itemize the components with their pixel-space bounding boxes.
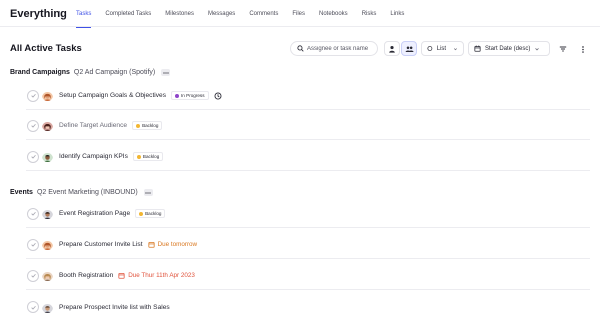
complete-checkbox[interactable] xyxy=(27,150,39,163)
tab-notebooks[interactable]: Notebooks xyxy=(319,0,348,27)
due-label: Due tomorrow xyxy=(157,241,198,248)
time-tracking-button[interactable] xyxy=(214,92,222,100)
team-tasks-filter-button[interactable] xyxy=(401,41,417,56)
avatar xyxy=(42,208,53,219)
chevron-down-icon xyxy=(535,47,540,50)
check-icon xyxy=(30,305,36,310)
person-icon xyxy=(389,45,395,53)
people-icon xyxy=(405,46,414,52)
due-date[interactable]: Due tomorrow xyxy=(148,241,198,248)
task-row[interactable]: Booth Registration Due Thur 11th Apr 202… xyxy=(26,262,590,290)
vertical-dots-icon xyxy=(582,45,584,53)
status-badge[interactable]: Backlog xyxy=(132,152,164,161)
my-tasks-filter-button[interactable] xyxy=(384,41,400,56)
tab-files[interactable]: Files xyxy=(292,0,305,27)
task-name[interactable]: Prepare Customer Invite List xyxy=(59,241,143,248)
due-label: Due Thur 11th Apr 2023 xyxy=(128,272,195,279)
check-icon xyxy=(30,93,36,98)
tab-comments[interactable]: Comments xyxy=(249,0,278,27)
avatar xyxy=(42,120,53,131)
sort-selector[interactable]: Start Date (desc) xyxy=(468,41,550,56)
status-badge[interactable]: Backlog xyxy=(132,121,163,130)
status-label: Backlog xyxy=(142,154,160,159)
task-row[interactable]: Prepare Customer Invite List Due tomorro… xyxy=(26,231,590,259)
status-badge[interactable]: Backlog xyxy=(135,209,166,218)
status-dot xyxy=(136,154,141,159)
check-icon xyxy=(30,211,36,216)
status-badge[interactable]: In Progress xyxy=(171,91,209,100)
check-icon xyxy=(30,273,36,278)
page-title: All Active Tasks xyxy=(10,43,82,54)
tab-messages[interactable]: Messages xyxy=(208,0,235,27)
view-selector[interactable]: List xyxy=(421,41,464,56)
filter-button[interactable] xyxy=(558,44,568,54)
check-icon xyxy=(30,154,36,159)
check-icon xyxy=(30,242,36,247)
task-row[interactable]: Event Registration Page Backlog xyxy=(26,200,590,228)
tab-risks[interactable]: Risks xyxy=(362,0,377,27)
circle-icon xyxy=(427,46,433,51)
group-header-events: Events Q2 Event Marketing (INBOUND) xyxy=(10,189,153,196)
calendar-icon xyxy=(474,45,481,52)
group-more-button[interactable] xyxy=(143,189,153,196)
avatar xyxy=(42,90,53,101)
avatar xyxy=(42,302,53,313)
task-name[interactable]: Event Registration Page xyxy=(59,210,130,217)
group-header-brand-campaigns: Brand Campaigns Q2 Ad Campaign (Spotify) xyxy=(10,69,171,76)
project-name[interactable]: Q2 Event Marketing (INBOUND) xyxy=(37,189,138,196)
complete-checkbox[interactable] xyxy=(27,207,39,220)
calendar-icon xyxy=(148,242,155,248)
title-divider xyxy=(59,11,60,17)
avatar xyxy=(42,270,53,281)
avatar xyxy=(42,239,53,250)
tab-milestones[interactable]: Milestones xyxy=(165,0,194,27)
clock-icon xyxy=(214,92,222,99)
group-more-button[interactable] xyxy=(161,69,171,76)
tab-completed-tasks[interactable]: Completed Tasks xyxy=(105,0,151,27)
task-name[interactable]: Define Target Audience xyxy=(59,122,127,129)
more-options-button[interactable] xyxy=(578,44,588,54)
top-bar: Everything Tasks Completed Tasks Milesto… xyxy=(0,0,600,28)
complete-checkbox[interactable] xyxy=(27,119,39,132)
status-label: Backlog xyxy=(142,123,159,128)
search-icon xyxy=(297,45,304,52)
project-name[interactable]: Q2 Ad Campaign (Spotify) xyxy=(74,69,155,76)
task-name[interactable]: Prepare Prospect Invite list with Sales xyxy=(59,304,170,311)
tab-tasks[interactable]: Tasks xyxy=(76,0,92,28)
group-name: Events xyxy=(10,189,33,196)
horizontal-dots-icon xyxy=(163,71,169,74)
task-row[interactable]: Identify Campaign KPIs Backlog xyxy=(26,143,590,171)
avatar xyxy=(42,151,53,162)
chevron-down-icon xyxy=(454,47,457,50)
status-dot xyxy=(175,93,180,98)
horizontal-dots-icon xyxy=(145,191,151,194)
status-label: In Progress xyxy=(181,93,205,98)
status-dot xyxy=(136,123,141,128)
status-dot xyxy=(139,211,144,216)
check-icon xyxy=(30,123,36,128)
due-date[interactable]: Due Thur 11th Apr 2023 xyxy=(118,272,195,279)
complete-checkbox[interactable] xyxy=(27,238,39,251)
sort-label: Start Date (desc) xyxy=(485,45,531,52)
task-row[interactable]: Define Target Audience Backlog xyxy=(26,112,590,140)
task-row[interactable]: Setup Campaign Goals & Objectives In Pro… xyxy=(26,82,590,110)
complete-checkbox[interactable] xyxy=(27,269,39,282)
calendar-icon xyxy=(118,273,125,279)
complete-checkbox[interactable] xyxy=(27,301,39,313)
task-name[interactable]: Identify Campaign KPIs xyxy=(59,153,128,160)
complete-checkbox[interactable] xyxy=(27,89,39,102)
view-label: List xyxy=(436,45,447,52)
task-row[interactable]: Prepare Prospect Invite list with Sales xyxy=(26,293,590,315)
tab-links[interactable]: Links xyxy=(390,0,404,27)
task-name[interactable]: Booth Registration xyxy=(59,272,113,279)
filter-icon xyxy=(559,46,567,52)
search-box[interactable] xyxy=(290,41,378,56)
status-label: Backlog xyxy=(145,211,162,216)
tab-bar: Tasks Completed Tasks Milestones Message… xyxy=(76,0,418,28)
task-name[interactable]: Setup Campaign Goals & Objectives xyxy=(59,92,166,99)
group-name: Brand Campaigns xyxy=(10,69,70,76)
search-input[interactable] xyxy=(307,45,377,52)
